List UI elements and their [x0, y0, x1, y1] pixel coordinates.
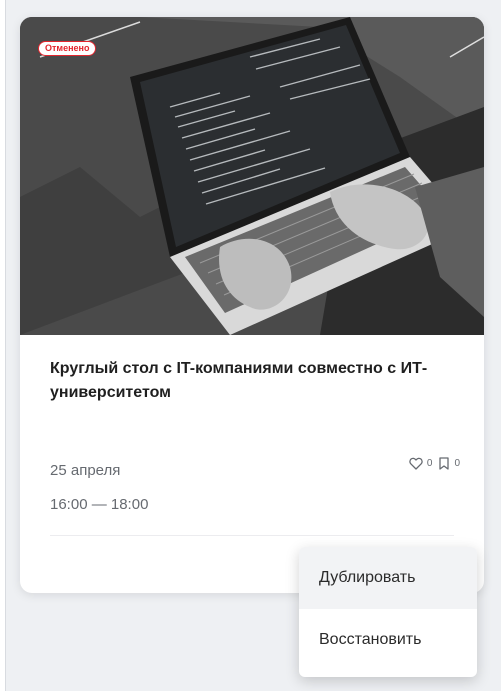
- heart-icon: [409, 457, 423, 470]
- bookmarks-count: 0: [454, 458, 460, 469]
- event-cover-image: Отменено: [20, 17, 484, 335]
- event-time: 16:00 — 18:00: [50, 496, 149, 513]
- bookmarks-counter[interactable]: 0: [438, 457, 460, 470]
- event-counters: 0 0: [409, 457, 460, 470]
- event-date: 25 апреля: [50, 462, 121, 479]
- duplicate-menu-item[interactable]: Дублировать: [299, 547, 477, 609]
- restore-menu-item[interactable]: Восстановить: [299, 609, 477, 671]
- status-badge: Отменено: [38, 41, 97, 56]
- event-title[interactable]: Круглый стол с IT-компаниями совместно с…: [50, 357, 450, 405]
- card-context-menu: Дублировать Восстановить: [299, 547, 477, 677]
- divider: [50, 535, 454, 536]
- likes-counter[interactable]: 0: [409, 457, 433, 470]
- bookmark-icon: [439, 457, 450, 470]
- likes-count: 0: [426, 458, 433, 469]
- event-card[interactable]: Отменено Круглый стол с IT-компаниями со…: [20, 17, 484, 593]
- left-panel-edge: [0, 0, 6, 691]
